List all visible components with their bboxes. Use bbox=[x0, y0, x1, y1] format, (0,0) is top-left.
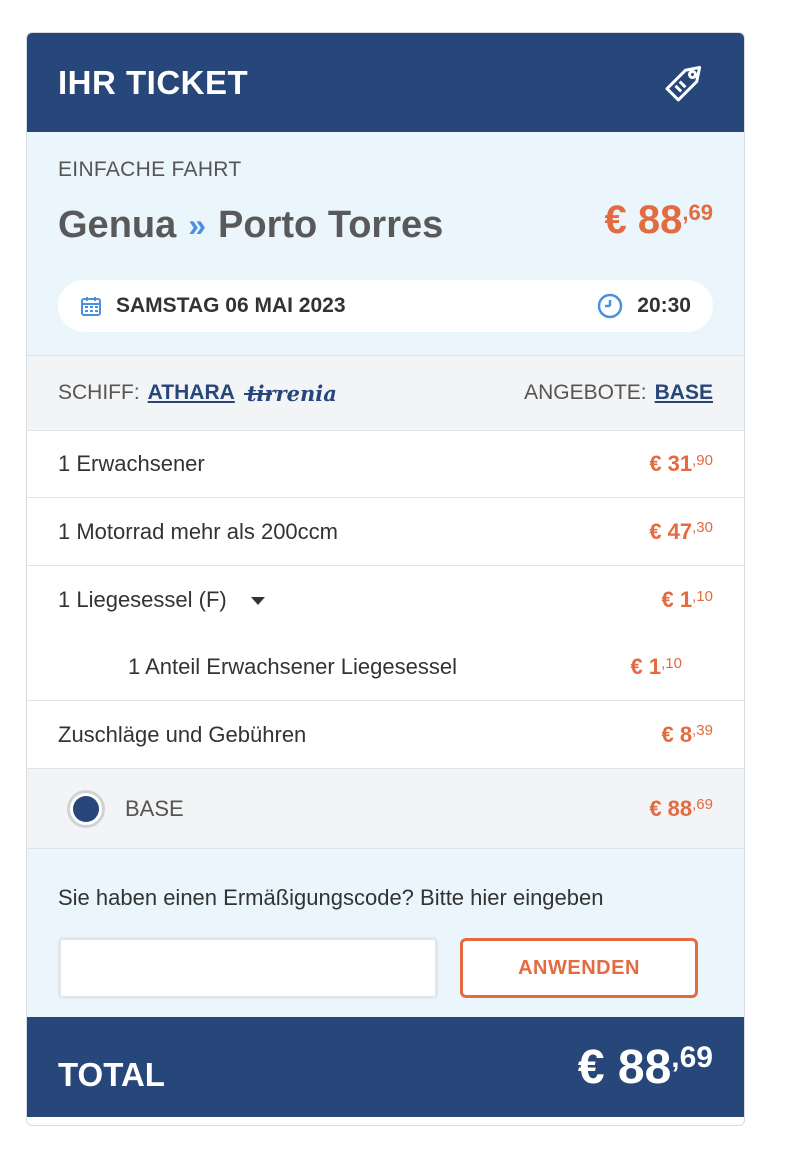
seat-detail-label: 1 Anteil Erwachsener Liegesessel bbox=[128, 654, 457, 679]
route-price-cents: ,69 bbox=[682, 200, 713, 226]
price-main: € 8 bbox=[661, 721, 693, 747]
price-main: € 47 bbox=[649, 518, 693, 544]
offer-link[interactable]: BASE bbox=[655, 381, 713, 405]
seat-block: 1 Liegesessel (F) € 1,10 1 Anteil Erwach… bbox=[27, 566, 744, 701]
price-cents: ,90 bbox=[692, 451, 713, 469]
total-bar: TOTAL € 88,69 bbox=[27, 1017, 744, 1117]
ship-label: SCHIFF: bbox=[58, 381, 140, 404]
fees-price: € 8,39 bbox=[662, 722, 713, 748]
line-item-price: € 31,90 bbox=[649, 451, 713, 477]
route-summary: EINFACHE FAHRT Genua » Porto Torres € 88… bbox=[27, 132, 744, 356]
caret-down-icon[interactable] bbox=[250, 597, 265, 606]
price-cents: ,30 bbox=[692, 519, 713, 537]
line-item-price: € 47,30 bbox=[649, 519, 713, 545]
route-price: € 88,69 bbox=[605, 198, 713, 243]
price-main: € 31 bbox=[649, 451, 693, 476]
total-label: TOTAL bbox=[58, 1056, 165, 1093]
seat-detail: 1 Anteil Erwachsener Liegesessel € 1,10 bbox=[58, 634, 713, 700]
promo-controls: ANWENDEN bbox=[58, 937, 713, 999]
seat-label-wrap: 1 Liegesessel (F) bbox=[58, 587, 265, 613]
clock-icon bbox=[598, 293, 623, 319]
ticket-card: IHR TICKET EINFACHE FAHRT Genua » Porto … bbox=[26, 32, 745, 1126]
promo-section: Sie haben einen Ermäßigungscode? Bitte h… bbox=[27, 849, 744, 1017]
date-text: SAMSTAG 06 MAI 2023 bbox=[116, 294, 346, 317]
route-to: Porto Torres bbox=[218, 204, 444, 246]
seat-detail-price: € 1,10 bbox=[631, 654, 682, 680]
tag-icon bbox=[654, 53, 714, 113]
calendar-icon bbox=[81, 297, 101, 316]
offers-label: ANGEBOTE: bbox=[524, 381, 647, 404]
total-amount: € 88,69 bbox=[578, 1040, 713, 1095]
promo-code-input[interactable] bbox=[58, 937, 438, 999]
fees-label: Zuschläge und Gebühren bbox=[58, 721, 307, 747]
time-text: 20:30 bbox=[637, 294, 691, 317]
price-main: € 88 bbox=[649, 795, 693, 821]
price-cents: ,69 bbox=[692, 796, 713, 814]
ship-name-link[interactable]: ATHARA bbox=[148, 381, 235, 405]
line-item-label: 1 Erwachsener bbox=[58, 451, 205, 476]
seat-label: 1 Liegesessel (F) bbox=[58, 587, 227, 612]
total-cents: ,69 bbox=[671, 1041, 713, 1074]
price-cents: ,10 bbox=[692, 587, 713, 605]
departure-date: SAMSTAG 06 MAI 2023 bbox=[80, 294, 346, 318]
base-price: € 88,69 bbox=[649, 796, 713, 822]
ship-info: SCHIFF: ATHARA tirrenia bbox=[58, 381, 337, 406]
base-radio[interactable] bbox=[67, 789, 105, 828]
radio-selected-dot bbox=[73, 795, 99, 822]
base-option-row[interactable]: BASE € 88,69 bbox=[27, 769, 744, 849]
price-main: € 1 bbox=[630, 654, 662, 679]
price-cents: ,10 bbox=[661, 654, 682, 672]
line-item-adult: 1 Erwachsener € 31,90 bbox=[27, 431, 744, 498]
route: Genua » Porto Torres bbox=[58, 204, 443, 247]
trip-type: EINFACHE FAHRT bbox=[58, 158, 242, 181]
route-price-main: € 88 bbox=[604, 198, 683, 242]
double-chevron-right-icon: » bbox=[188, 207, 207, 243]
base-label: BASE bbox=[125, 795, 184, 821]
ship-row: SCHIFF: ATHARA tirrenia ANGEBOTE: BASE bbox=[27, 356, 744, 431]
total-main: € 88 bbox=[577, 1040, 672, 1094]
route-from: Genua bbox=[58, 204, 177, 246]
base-option: BASE bbox=[67, 789, 184, 828]
departure-time: 20:30 bbox=[597, 293, 691, 319]
apply-button[interactable]: ANWENDEN bbox=[460, 938, 698, 998]
header-title: IHR TICKET bbox=[58, 63, 249, 101]
tirrenia-logo: tirrenia bbox=[243, 380, 337, 406]
seat-toggle[interactable]: 1 Liegesessel (F) € 1,10 bbox=[58, 566, 713, 634]
offer-info: ANGEBOTE: BASE bbox=[524, 381, 713, 405]
price-main: € 1 bbox=[661, 587, 693, 612]
line-item-motorcycle: 1 Motorrad mehr als 200ccm € 47,30 bbox=[27, 498, 744, 566]
seat-price: € 1,10 bbox=[662, 587, 713, 613]
promo-label: Sie haben einen Ermäßigungscode? Bitte h… bbox=[58, 885, 604, 910]
date-time-pill: SAMSTAG 06 MAI 2023 20:30 bbox=[58, 280, 713, 332]
line-item-label: 1 Motorrad mehr als 200ccm bbox=[58, 518, 338, 544]
ticket-header: IHR TICKET bbox=[27, 33, 744, 132]
price-cents: ,39 bbox=[692, 722, 713, 740]
line-item-fees: Zuschläge und Gebühren € 8,39 bbox=[27, 701, 744, 769]
